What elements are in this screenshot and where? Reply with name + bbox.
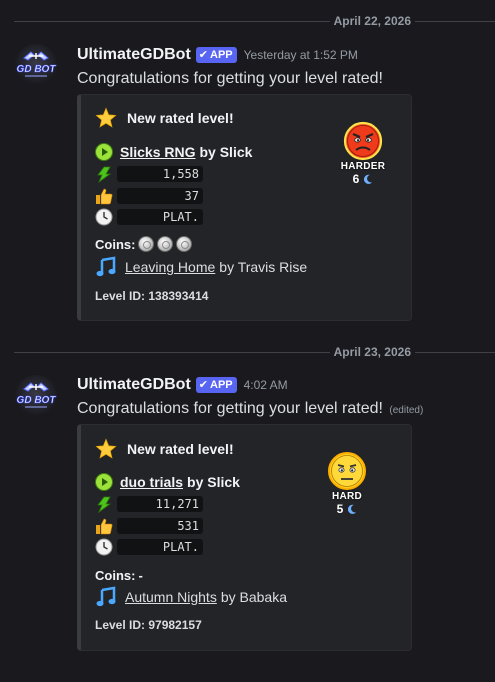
difficulty-badge: Harder 6 [333,121,393,186]
divider-date: April 23, 2026 [333,345,411,359]
timestamp[interactable]: 4:02 AM [244,378,288,392]
embed-title: New rated level! [127,110,234,126]
download-arrow-icon [97,166,112,183]
length-row: PLAT. [95,208,203,226]
message-text: Congratulations for getting your level r… [77,70,383,87]
edited-label: (edited) [389,405,424,416]
clock-icon [95,538,113,556]
music-note-icon [96,586,116,607]
harder-difficulty-face-icon [343,121,383,161]
level-name-link[interactable]: duo trials [120,474,183,490]
downloads-value: 1,558 [117,166,203,182]
silver-coin-icon [176,236,193,252]
likes-value: 37 [117,188,203,204]
message-content: Congratulations for getting your level r… [77,400,423,418]
clock-icon [95,208,113,226]
check-icon: ✔ [198,49,208,61]
message-text: Congratulations for getting your level r… [77,400,383,417]
level-name-link[interactable]: Slicks RNG [120,144,195,160]
level-id: Level ID: 138393414 [95,289,209,303]
level-author: by Slick [187,474,240,490]
timestamp[interactable]: Yesterday at 1:52 PM [244,48,358,62]
embed-title-row: New rated level! [95,438,234,460]
song-artist: by Travis Rise [219,259,308,275]
length-value: PLAT. [117,209,203,225]
download-arrow-icon [97,496,112,513]
likes-row: 37 [95,187,203,205]
level-name-row: duo trials by Slick [95,473,240,491]
divider-line [14,20,330,22]
divider-line [14,351,330,353]
play-icon [95,143,113,161]
username[interactable]: UltimateGDBot [77,376,191,394]
play-icon [95,473,113,491]
divider-line [415,351,495,353]
level-embed: New rated level! duo trials by Slick 11,… [77,424,412,651]
message-header: UltimateGDBot ✔ APP 4:02 AM [77,375,288,395]
date-divider: April 23, 2026 [0,345,495,359]
coins-row: Coins: [95,236,195,252]
song-row: Leaving Home by Travis Rise [95,256,307,278]
avatar-logo-text: GD BOT [17,395,57,406]
song-artist: by Babaka [220,589,287,605]
likes-row: 531 [95,517,203,535]
thumbs-up-icon [96,188,113,205]
level-id-row: Level ID: 138393414 [95,289,208,303]
app-badge-label: APP [210,379,233,391]
level-author: by Slick [199,144,253,160]
downloads-value: 11,271 [117,496,203,512]
avatar[interactable]: GD BOT [15,375,57,417]
difficulty-label: Hard [331,491,363,502]
app-badge: ✔ APP [195,47,237,63]
message-content: Congratulations for getting your level r… [77,70,383,88]
level-name-row: Slicks RNG by Slick [95,143,252,161]
music-note-icon [96,256,116,277]
app-badge-label: APP [210,49,233,61]
length-row: PLAT. [95,538,203,556]
embed-title-row: New rated level! [95,107,234,129]
coins-row: Coins: - [95,568,146,583]
level-id: Level ID: 97982157 [95,618,202,632]
gd-bot-logo-icon: GD BOT [16,51,57,77]
stars-count: 5 [336,502,344,516]
moon-icon [364,174,373,184]
gd-bot-logo-icon: GD BOT [16,382,57,408]
likes-value: 531 [117,518,203,534]
coins-label: Coins: [95,236,136,252]
date-divider: April 22, 2026 [0,14,495,28]
coins-none-text: - [138,568,143,583]
avatar-logo-text: GD BOT [17,64,57,75]
avatar[interactable]: GD BOT [15,44,57,86]
difficulty-stars: 6 [333,172,393,186]
level-id-row: Level ID: 97982157 [95,618,202,632]
level-embed: New rated level! Slicks RNG by Slick 1,5… [77,94,412,321]
app-badge: ✔ APP [195,377,237,393]
star-icon [95,438,117,459]
stars-count: 6 [352,172,360,186]
coins-label: Coins: [95,568,136,583]
song-row: Autumn Nights by Babaka [95,586,287,608]
embed-title: New rated level! [127,441,234,457]
difficulty-label: Harder [340,161,386,172]
check-icon: ✔ [198,379,208,391]
downloads-row: 11,271 [95,495,203,513]
difficulty-stars: 5 [317,502,377,516]
moon-icon [348,504,357,514]
song-name-link[interactable]: Leaving Home [125,259,215,275]
song-name-link[interactable]: Autumn Nights [125,589,217,605]
message-header: UltimateGDBot ✔ APP Yesterday at 1:52 PM [77,45,358,65]
silver-coin-icon [138,236,155,252]
username[interactable]: UltimateGDBot [77,46,191,64]
downloads-row: 1,558 [95,165,203,183]
divider-line [415,20,495,22]
silver-coin-icon [157,236,174,252]
length-value: PLAT. [117,539,203,555]
star-icon [95,107,117,128]
hard-difficulty-face-icon [328,452,366,490]
thumbs-up-icon [96,518,113,535]
difficulty-badge: Hard 5 [317,451,377,516]
divider-date: April 22, 2026 [333,14,411,28]
